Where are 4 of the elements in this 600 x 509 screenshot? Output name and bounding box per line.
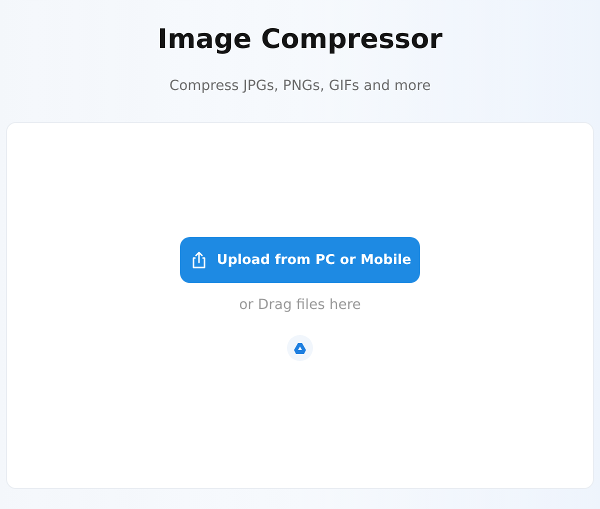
upload-button[interactable]: Upload from PC or Mobile (180, 237, 420, 283)
page-subtitle: Compress JPGs, PNGs, GIFs and more (169, 77, 431, 96)
page-title: Image Compressor (158, 23, 442, 57)
drag-hint: or Drag files here (239, 297, 361, 313)
